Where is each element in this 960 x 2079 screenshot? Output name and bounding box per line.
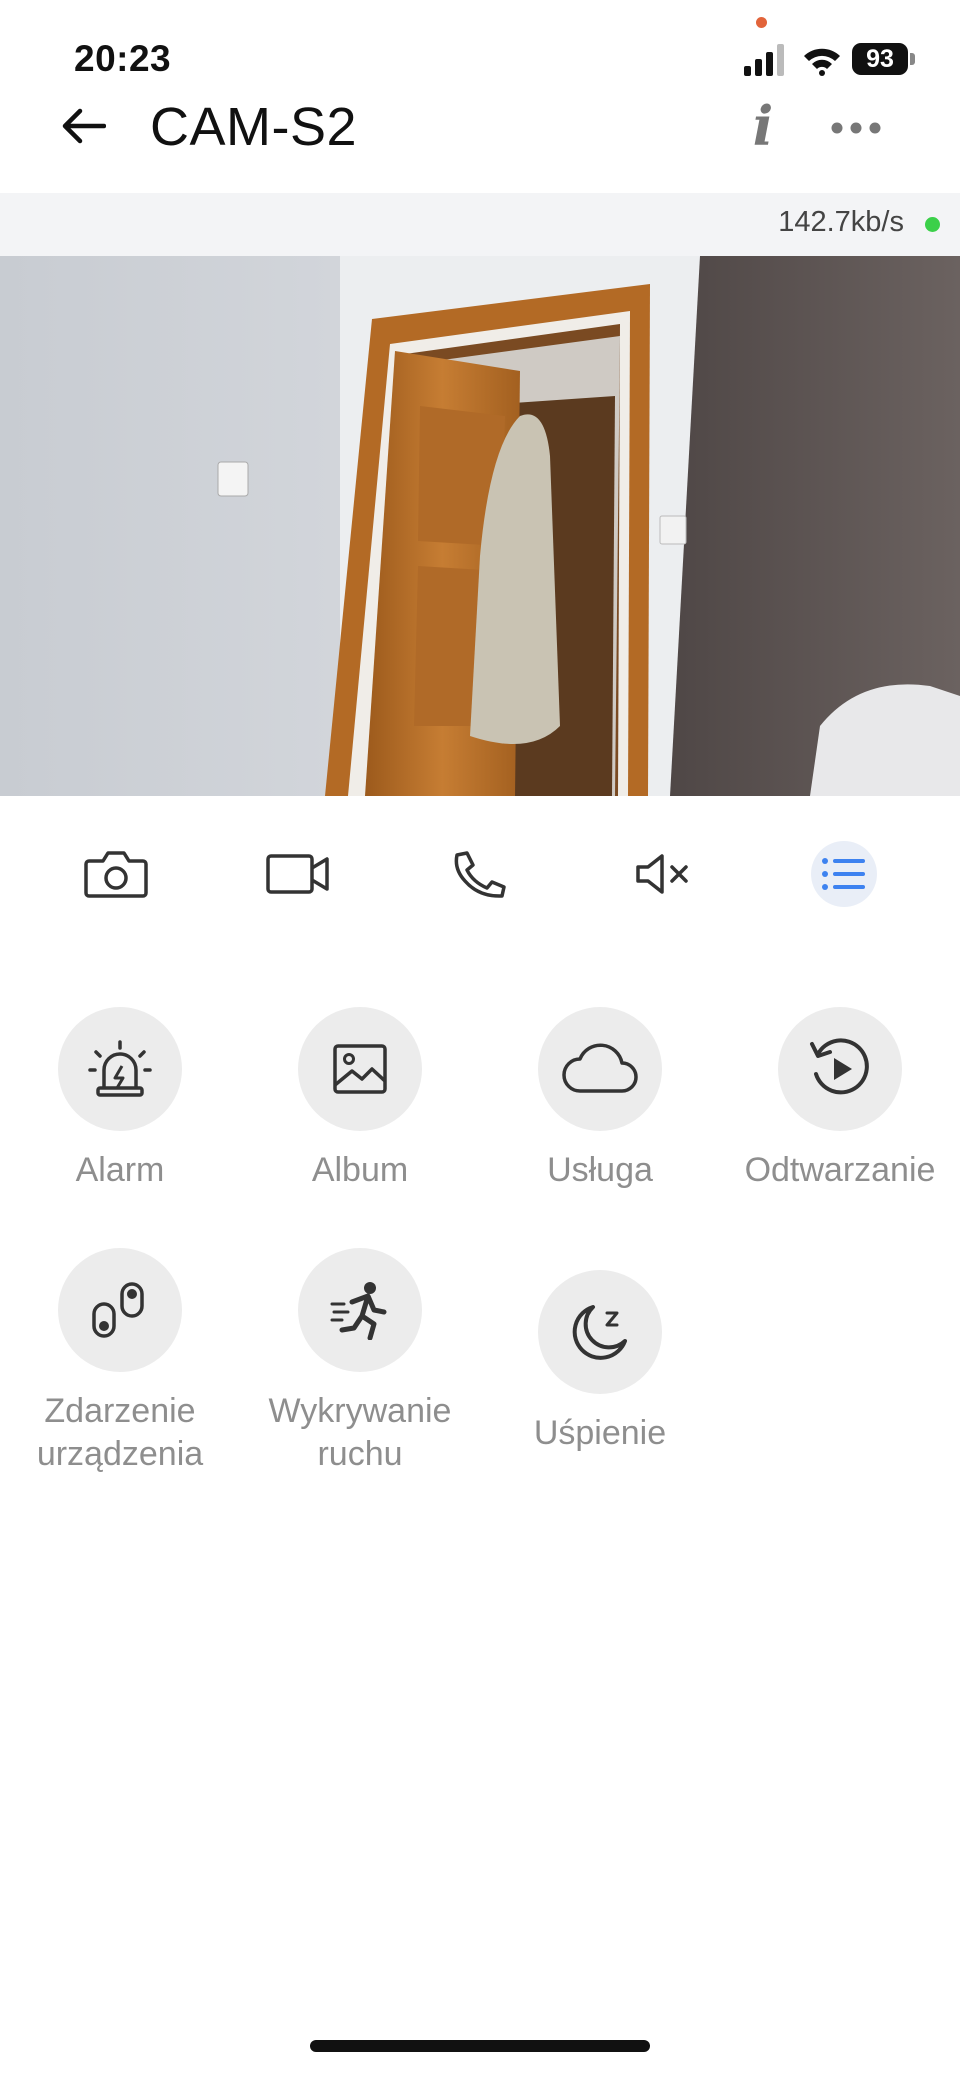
image-icon [333,1044,387,1094]
list-icon [822,858,865,890]
battery-icon: 93 [852,43,916,77]
more-options-button[interactable] [826,108,886,148]
feature-device-event-label: Zdarzenie urządzenia [36,1392,204,1473]
feature-alarm-label: Alarm [75,1151,165,1189]
feature-album[interactable]: Album [240,1007,480,1192]
feature-motion-detection-circle [298,1248,422,1372]
stream-info-bar: 142.7kb/s [0,193,960,256]
feature-playback[interactable]: Odtwarzanie [720,1007,960,1192]
video-camera-icon [266,854,329,894]
feature-device-event-circle [58,1248,182,1372]
battery-level: 93 [852,43,908,75]
record-button[interactable] [258,840,338,908]
screenshot-button[interactable] [76,840,156,908]
privacy-indicator-dot [756,17,767,28]
feature-motion-detection[interactable]: Wykrywanie ruchu [240,1248,480,1476]
wifi-icon [804,48,840,76]
cellular-signal-icon [744,44,784,76]
talk-button[interactable] [440,840,520,908]
feature-playback-label: Odtwarzanie [744,1151,936,1189]
online-status-dot [925,217,940,232]
feature-service[interactable]: Usługa [480,1007,720,1192]
playback-icon [810,1038,869,1095]
feature-service-label: Usługa [547,1151,653,1189]
more-icon [831,122,881,134]
phone-icon [454,851,506,898]
feature-device-event[interactable]: Zdarzenie urządzenia [0,1248,240,1476]
speaker-muted-icon [636,854,688,894]
feature-motion-detection-label: Wykrywanie ruchu [268,1392,452,1473]
live-video-view[interactable] [0,256,960,796]
feature-service-circle [538,1007,662,1131]
status-time: 20:23 [74,38,172,79]
back-button[interactable] [56,98,112,154]
feature-sleep-circle [538,1270,662,1394]
feature-album-label: Album [311,1151,409,1189]
feature-sleep-label: Uśpienie [533,1414,667,1452]
sleep-moon-icon [572,1305,627,1360]
menu-button[interactable] [804,840,884,908]
home-indicator[interactable] [310,2040,650,2052]
feature-playback-circle [778,1007,902,1131]
feature-sleep[interactable]: Uśpienie [480,1270,720,1455]
camera-feed-image [0,256,960,796]
info-button[interactable]: i [738,94,788,158]
info-icon: i [752,94,774,158]
feature-album-circle [298,1007,422,1131]
device-event-icon [92,1282,144,1338]
bitrate-text: 142.7kb/s [778,206,904,238]
feature-alarm[interactable]: Alarm [0,1007,240,1192]
cloud-icon [562,1043,638,1093]
camera-icon [84,851,148,898]
feature-alarm-circle [58,1007,182,1131]
motion-detection-icon [330,1282,387,1340]
page-title: CAM-S2 [150,97,358,157]
mute-button[interactable] [624,840,704,908]
arrow-left-icon [62,108,106,144]
alarm-siren-icon [88,1040,152,1097]
